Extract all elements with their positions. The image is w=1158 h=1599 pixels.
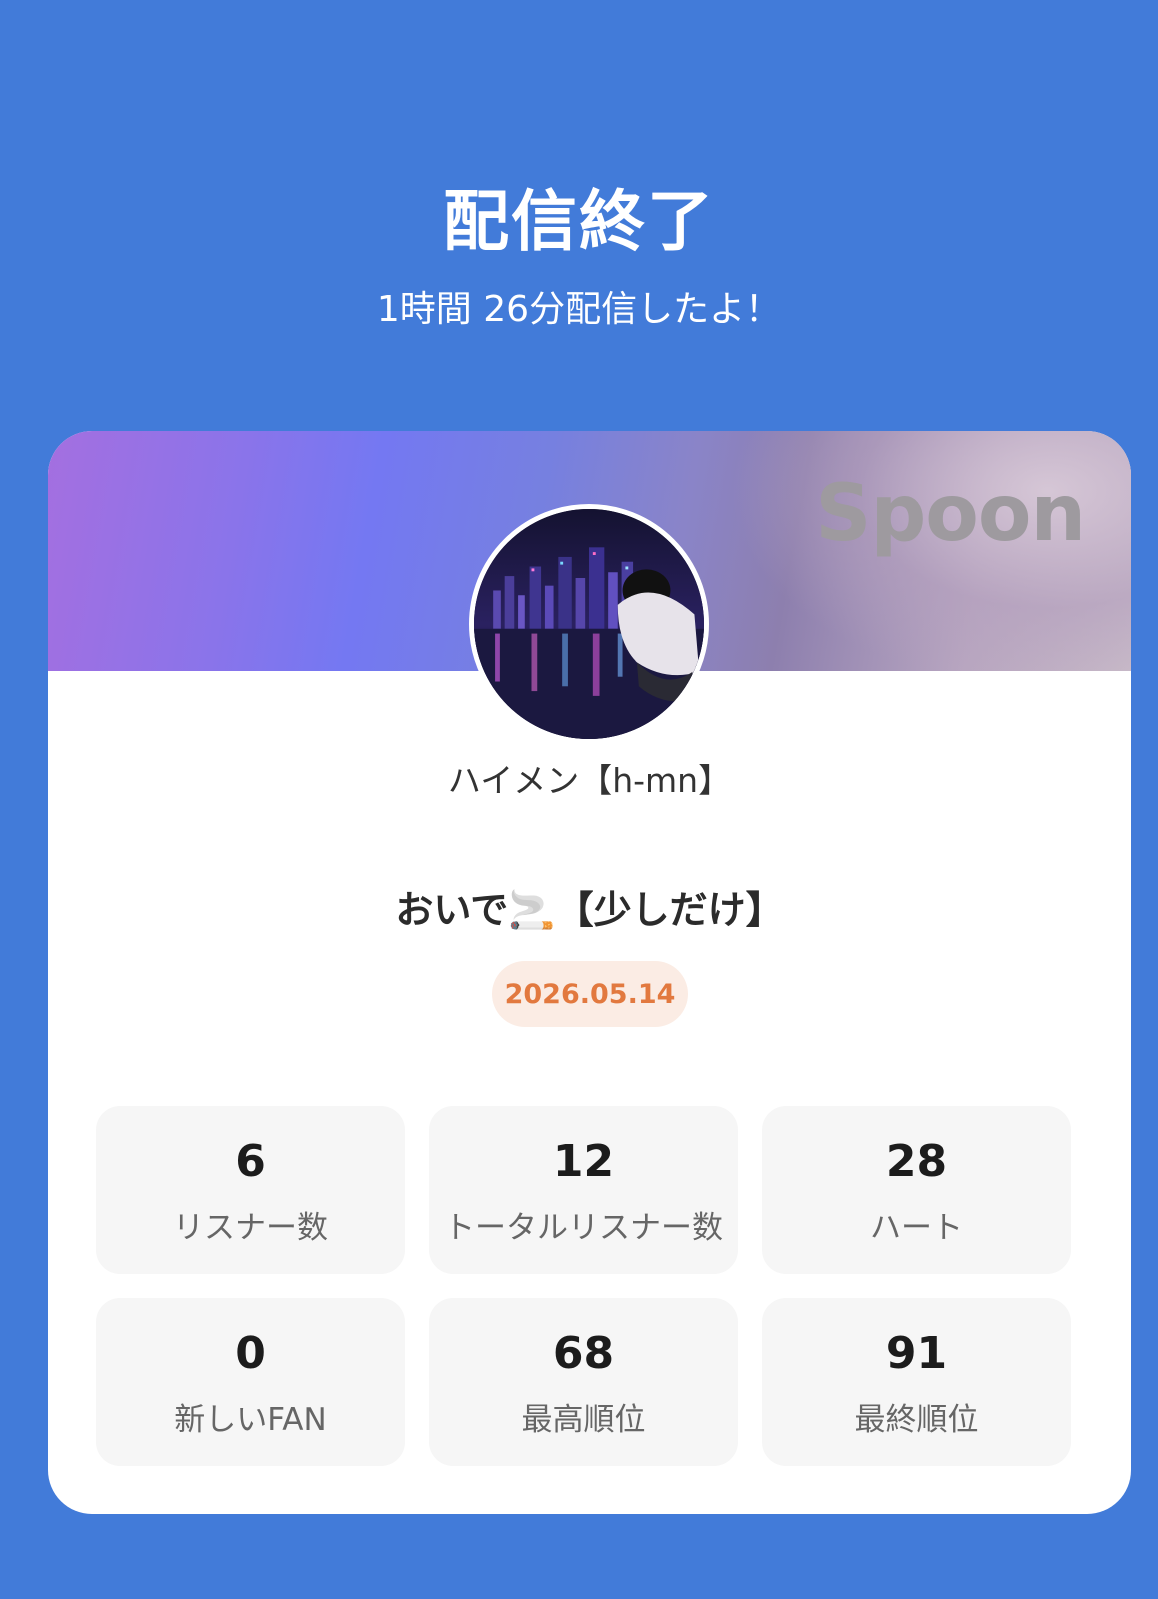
stat-value: 0 — [235, 1328, 266, 1379]
summary-card: Spoon ハイメン【h-mn】 おいで🚬【少しだけ】 2026.05.14 6… — [48, 431, 1131, 1514]
stat-listeners: 6 リスナー数 — [96, 1106, 405, 1274]
stat-hearts: 28 ハート — [762, 1106, 1071, 1274]
stat-label: 新しいFAN — [174, 1402, 327, 1438]
live-title: おいで🚬【少しだけ】 — [395, 888, 784, 932]
stat-label: トータルリスナー数 — [444, 1210, 723, 1246]
spoon-logo: Spoon — [815, 469, 1086, 559]
live-summary-screen: 配信終了 1時間 26分配信したよ！ Spoon ハイメン【h-mn】 おいで🚬… — [0, 0, 1158, 1599]
stat-total-listeners: 12 トータルリスナー数 — [429, 1106, 738, 1274]
stat-label: 最終順位 — [854, 1402, 979, 1438]
stat-value: 12 — [552, 1136, 615, 1187]
stat-final-rank: 91 最終順位 — [762, 1298, 1071, 1466]
stat-label: リスナー数 — [173, 1210, 328, 1246]
stat-label: 最高順位 — [521, 1402, 646, 1438]
broadcast-duration: 1時間 26分配信したよ！ — [376, 289, 782, 330]
page-title: 配信終了 — [443, 183, 715, 260]
stat-value: 28 — [885, 1136, 948, 1187]
stat-new-fans: 0 新しいFAN — [96, 1298, 405, 1466]
stat-value: 6 — [235, 1136, 266, 1187]
date-badge: 2026.05.14 — [492, 961, 688, 1027]
avatar — [469, 504, 709, 744]
stats-grid: 6 リスナー数 12 トータルリスナー数 28 ハート 0 新しいFAN 68 … — [96, 1106, 1072, 1466]
stat-highest-rank: 68 最高順位 — [429, 1298, 738, 1466]
stat-label: ハート — [870, 1210, 963, 1246]
stat-value: 91 — [885, 1328, 948, 1379]
username: ハイメン【h-mn】 — [447, 761, 732, 800]
stat-value: 68 — [552, 1328, 615, 1379]
